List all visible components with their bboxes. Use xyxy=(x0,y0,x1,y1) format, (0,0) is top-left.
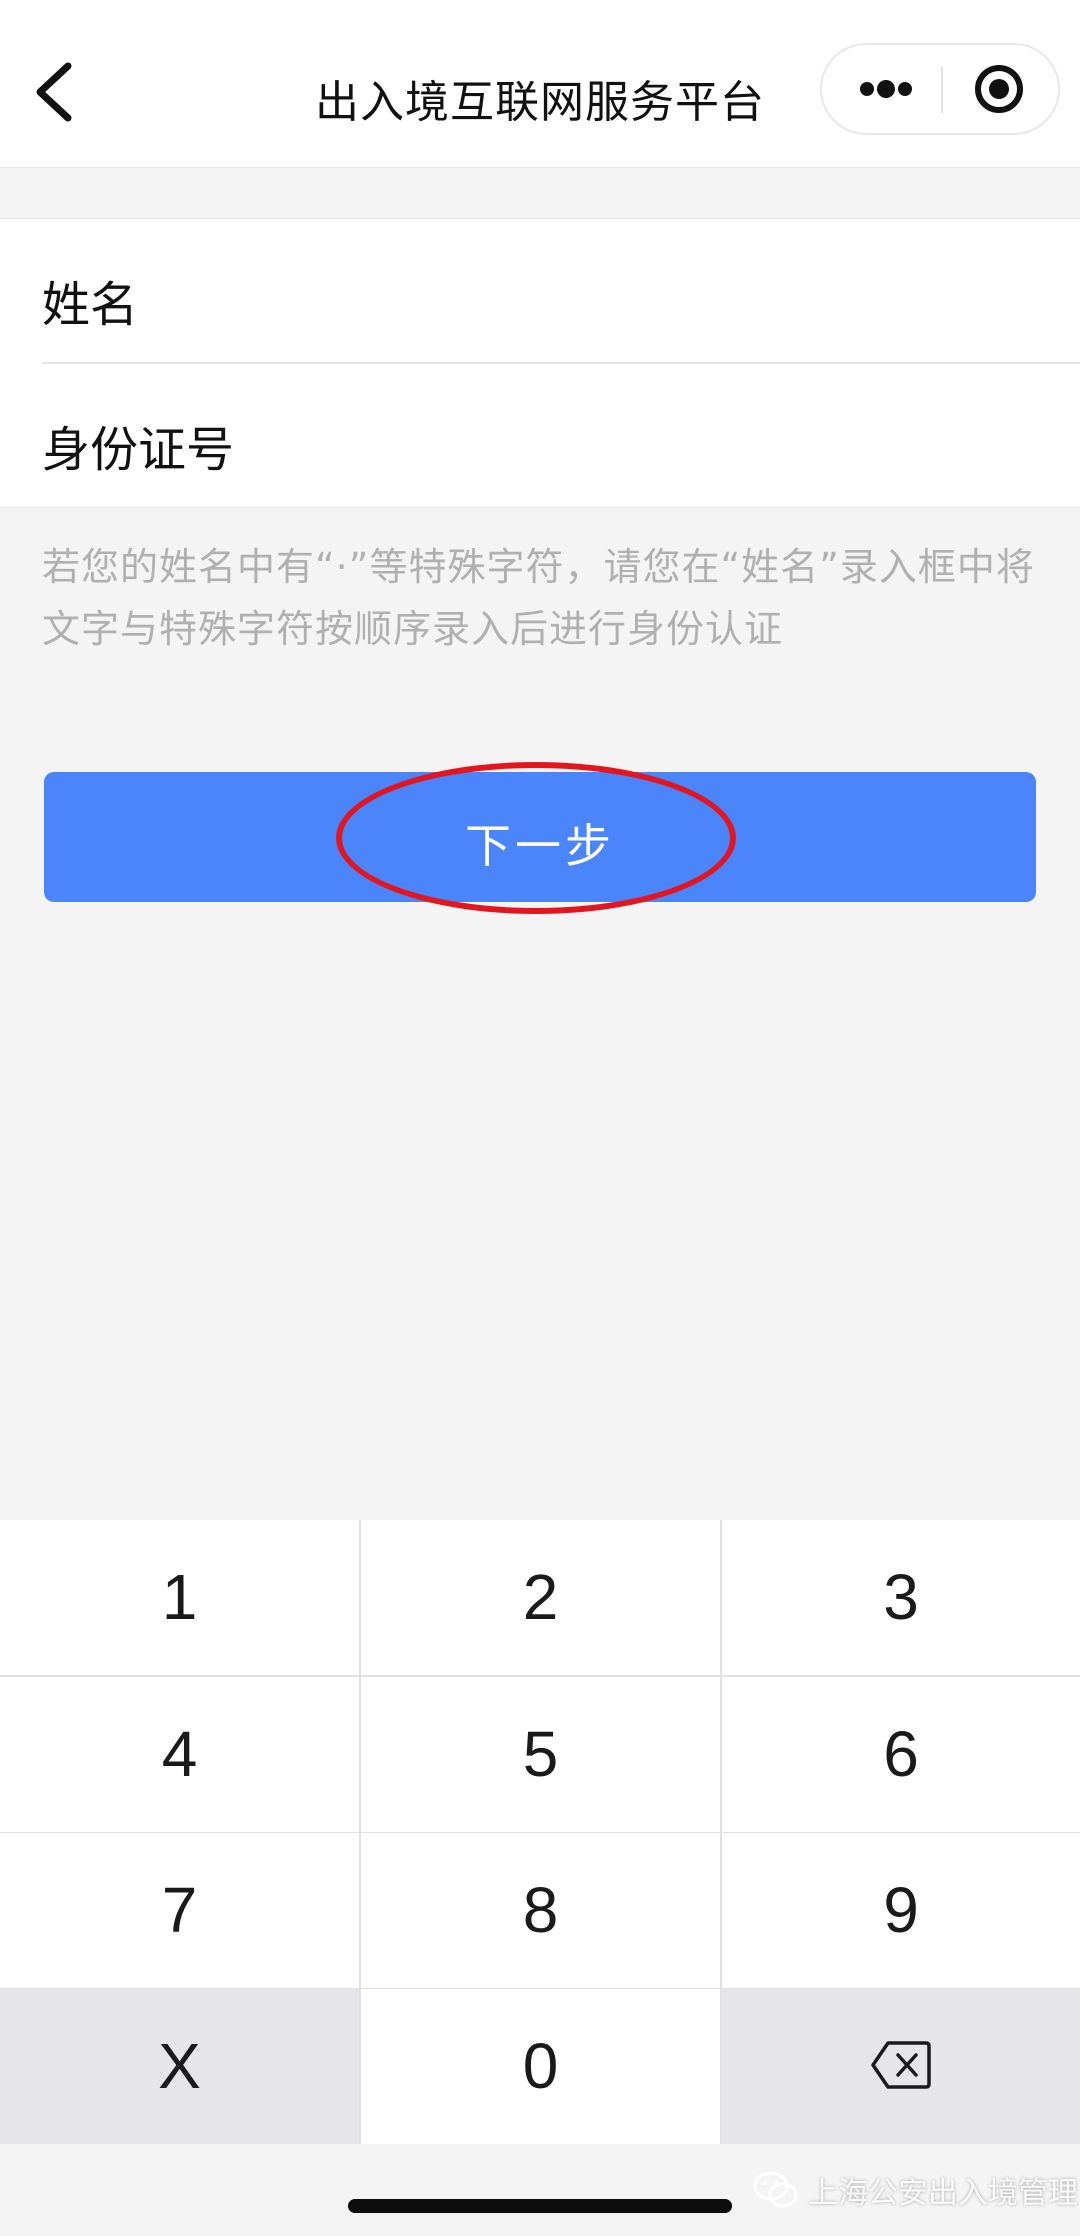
key-2[interactable]: 2 xyxy=(361,1520,720,1675)
key-6[interactable]: 6 xyxy=(722,1677,1080,1832)
id-number-row: 身份证号 xyxy=(42,364,1080,509)
page: 出入境互联网服务平台 姓名 身份证号 若您的姓名中有“·”等特殊字符，请您在“姓… xyxy=(0,0,1080,2236)
dot xyxy=(877,80,895,98)
name-label: 姓名 xyxy=(42,277,139,333)
dot xyxy=(898,82,912,96)
key-8[interactable]: 8 xyxy=(361,1833,720,1988)
key-x[interactable]: X xyxy=(0,1989,359,2144)
ring-core xyxy=(989,79,1009,99)
watermark: 上海公安出入境管理 xyxy=(752,2168,1078,2212)
home-indicator[interactable] xyxy=(348,2199,732,2213)
navbar: 出入境互联网服务平台 xyxy=(0,0,1080,168)
watermark-text: 上海公安出入境管理 xyxy=(808,2176,1078,2211)
name-row: 姓名 xyxy=(42,219,1080,364)
key-5[interactable]: 5 xyxy=(361,1677,720,1832)
key-7[interactable]: 7 xyxy=(0,1833,359,1988)
key-4[interactable]: 4 xyxy=(0,1677,359,1832)
close-mini-program-button[interactable] xyxy=(943,45,1058,133)
wechat-icon xyxy=(753,2171,798,2208)
mini-program-capsule xyxy=(820,43,1060,135)
delete-key[interactable] xyxy=(722,1989,1080,2144)
key-1[interactable]: 1 xyxy=(0,1520,359,1675)
more-button[interactable] xyxy=(822,45,941,133)
special-character-hint: 若您的姓名中有“·”等特殊字符，请您在“姓名”录入框中将文字与特殊字符按顺序录入… xyxy=(42,545,1035,651)
key-0[interactable]: 0 xyxy=(361,1989,720,2144)
key-9[interactable]: 9 xyxy=(722,1833,1080,1988)
id-number-input[interactable] xyxy=(282,394,1040,478)
key-3[interactable]: 3 xyxy=(722,1520,1080,1675)
next-step-label: 下一步 xyxy=(465,819,615,873)
backspace-icon xyxy=(871,2041,931,2089)
next-step-button[interactable]: 下一步 xyxy=(44,772,1036,902)
dot xyxy=(860,82,874,96)
identity-form: 姓名 身份证号 xyxy=(0,218,1080,508)
id-number-label: 身份证号 xyxy=(42,422,235,478)
name-input[interactable] xyxy=(282,249,1040,333)
numeric-keypad: 1 2 3 4 5 6 7 8 9 X 0 xyxy=(0,1520,1080,2144)
